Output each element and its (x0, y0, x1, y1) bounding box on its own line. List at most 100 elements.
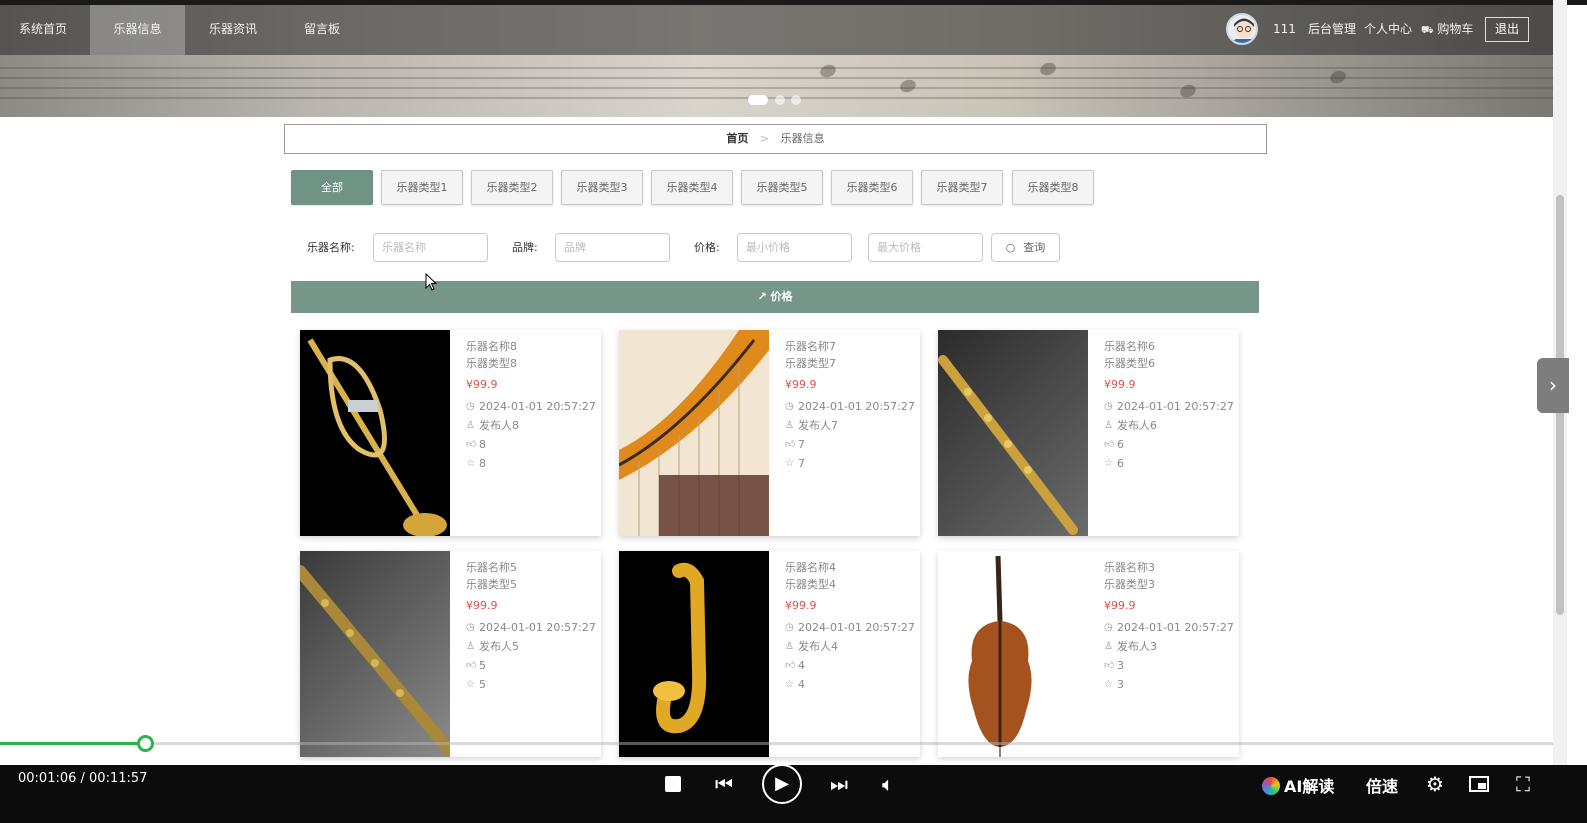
fullscreen-icon[interactable]: ⛶ (1511, 766, 1535, 802)
cart-link[interactable]: ⛟ 购物车 (1421, 5, 1473, 55)
breadcrumb-current: 乐器信息 (780, 132, 825, 145)
category-all[interactable]: 全部 (291, 170, 373, 205)
play-icon[interactable]: ▶ (762, 764, 802, 804)
settings-gear-icon[interactable]: ⚙ (1423, 766, 1447, 802)
product-favs: 3 (1117, 678, 1124, 691)
max-price-input[interactable]: 最大价格 (868, 233, 983, 262)
thumbs-up-icon: 👍︎ (785, 660, 796, 671)
carousel-dot[interactable] (748, 95, 768, 105)
user-icon: ♙ (1104, 641, 1113, 652)
nav-home[interactable]: 系统首页 (0, 5, 86, 55)
product-type: 乐器类型8 (466, 357, 517, 370)
admin-link[interactable]: 后台管理 (1308, 5, 1356, 55)
product-type: 乐器类型4 (785, 578, 836, 591)
previous-icon[interactable]: ⏮ (712, 766, 736, 802)
product-image-soprano-sax[interactable] (938, 330, 1088, 536)
category-type-1[interactable]: 乐器类型1 (381, 170, 463, 205)
product-favs: 6 (1117, 457, 1124, 470)
carousel-dot[interactable] (775, 95, 785, 105)
chevron-right-icon[interactable]: › (1537, 358, 1569, 413)
product-likes: 4 (798, 659, 805, 672)
search-icon: ○ (1005, 241, 1016, 254)
product-image-alto-sax[interactable] (619, 551, 769, 757)
logout-button[interactable]: 退出 (1485, 17, 1529, 42)
user-icon: ♙ (466, 420, 475, 431)
name-input[interactable]: 乐器名称 (373, 233, 488, 262)
category-type-4[interactable]: 乐器类型4 (651, 170, 733, 205)
product-info: 乐器名称7 乐器类型7 ¥99.9 ◷ 2024-01-01 20:57:27 ♙… (785, 338, 915, 473)
category-type-2[interactable]: 乐器类型2 (471, 170, 553, 205)
brand-label: 品牌: (512, 241, 538, 254)
star-icon: ☆ (785, 458, 794, 469)
product-time: 2024-01-01 20:57:27 (479, 400, 596, 413)
clock-icon: ◷ (785, 401, 794, 412)
product-time: 2024-01-01 20:57:27 (1117, 621, 1234, 634)
product-favs: 8 (479, 457, 486, 470)
thumbs-up-icon: 👍︎ (466, 660, 477, 671)
nav-news[interactable]: 乐器资讯 (190, 5, 276, 55)
trend-icon: ↗ (757, 290, 767, 303)
ai-interpret-button[interactable]: AI解读 (1262, 773, 1334, 797)
category-type-3[interactable]: 乐器类型3 (561, 170, 643, 205)
product-likes: 3 (1117, 659, 1124, 672)
product-image-harp[interactable] (619, 330, 769, 536)
user-icon: ♙ (466, 641, 475, 652)
thumbs-up-icon: 👍︎ (466, 439, 477, 450)
product-card[interactable]: 乐器名称6 乐器类型6 ¥99.9 ◷ 2024-01-01 20:57:27 ♙… (938, 330, 1239, 536)
user-icon: ♙ (785, 420, 794, 431)
product-card[interactable]: 乐器名称5 乐器类型5 ¥99.9 ◷ 2024-01-01 20:57:27 ♙… (300, 551, 601, 757)
speed-button[interactable]: 倍速 (1366, 773, 1398, 797)
product-card[interactable]: 乐器名称8 乐器类型8 ¥99.9 ◷ 2024-01-01 20:57:27 ♙… (300, 330, 601, 536)
product-card[interactable]: 乐器名称3 乐器类型3 ¥99.9 ◷ 2024-01-01 20:57:27 ♙… (938, 551, 1239, 757)
product-type: 乐器类型3 (1104, 578, 1155, 591)
star-icon: ☆ (1104, 458, 1113, 469)
breadcrumb-home[interactable]: 首页 (726, 132, 748, 145)
min-price-input[interactable]: 最小价格 (737, 233, 852, 262)
nav-instruments[interactable]: 乐器信息 (90, 5, 185, 55)
product-image-cello[interactable] (938, 551, 1088, 757)
product-image-trumpet[interactable] (300, 330, 450, 536)
product-price: ¥99.9 (785, 378, 817, 391)
category-type-6[interactable]: 乐器类型6 (831, 170, 913, 205)
clock-icon: ◷ (466, 622, 475, 633)
carousel-dot[interactable] (791, 95, 801, 105)
star-icon: ☆ (1104, 679, 1113, 690)
clock-icon: ◷ (466, 401, 475, 412)
search-button[interactable]: ○ 查询 (991, 233, 1060, 262)
product-card[interactable]: 乐器名称7 乐器类型7 ¥99.9 ◷ 2024-01-01 20:57:27 ♙… (619, 330, 920, 536)
product-time: 2024-01-01 20:57:27 (798, 621, 915, 634)
product-likes: 5 (479, 659, 486, 672)
picture-in-picture-icon[interactable] (1467, 766, 1491, 792)
product-publisher: 发布人4 (798, 640, 838, 653)
product-price: ¥99.9 (466, 599, 498, 612)
profile-link[interactable]: 个人中心 (1364, 5, 1412, 55)
next-icon[interactable]: ⏭ (827, 766, 851, 802)
search-button-label: 查询 (1023, 241, 1046, 254)
product-type: 乐器类型7 (785, 357, 836, 370)
product-card[interactable]: 乐器名称4 乐器类型4 ¥99.9 ◷ 2024-01-01 20:57:27 ♙… (619, 551, 920, 757)
product-favs: 7 (798, 457, 805, 470)
category-type-5[interactable]: 乐器类型5 (741, 170, 823, 205)
price-label: 价格: (694, 241, 720, 254)
video-progress-handle[interactable] (137, 735, 154, 752)
product-price: ¥99.9 (785, 599, 817, 612)
video-progress-track[interactable] (0, 742, 1553, 745)
user-avatar[interactable] (1226, 13, 1258, 45)
cart-label: 购物车 (1437, 22, 1474, 36)
stop-icon[interactable] (662, 766, 684, 792)
name-label: 乐器名称: (307, 241, 355, 254)
volume-icon[interactable]: 🔈︎ (876, 766, 900, 802)
product-name: 乐器名称7 (785, 340, 836, 353)
category-type-8[interactable]: 乐器类型8 (1012, 170, 1094, 205)
brand-input[interactable]: 品牌 (555, 233, 670, 262)
breadcrumb: 首页 > 乐器信息 (284, 124, 1267, 154)
product-image-soprano-sax-2[interactable] (300, 551, 450, 757)
product-publisher: 发布人8 (479, 419, 519, 432)
product-name: 乐器名称8 (466, 340, 517, 353)
product-info: 乐器名称4 乐器类型4 ¥99.9 ◷ 2024-01-01 20:57:27 ♙… (785, 559, 915, 694)
product-info: 乐器名称6 乐器类型6 ¥99.9 ◷ 2024-01-01 20:57:27 ♙… (1104, 338, 1234, 473)
nav-message-board[interactable]: 留言板 (280, 5, 364, 55)
product-time: 2024-01-01 20:57:27 (798, 400, 915, 413)
product-time: 2024-01-01 20:57:27 (1117, 400, 1234, 413)
category-type-7[interactable]: 乐器类型7 (921, 170, 1003, 205)
